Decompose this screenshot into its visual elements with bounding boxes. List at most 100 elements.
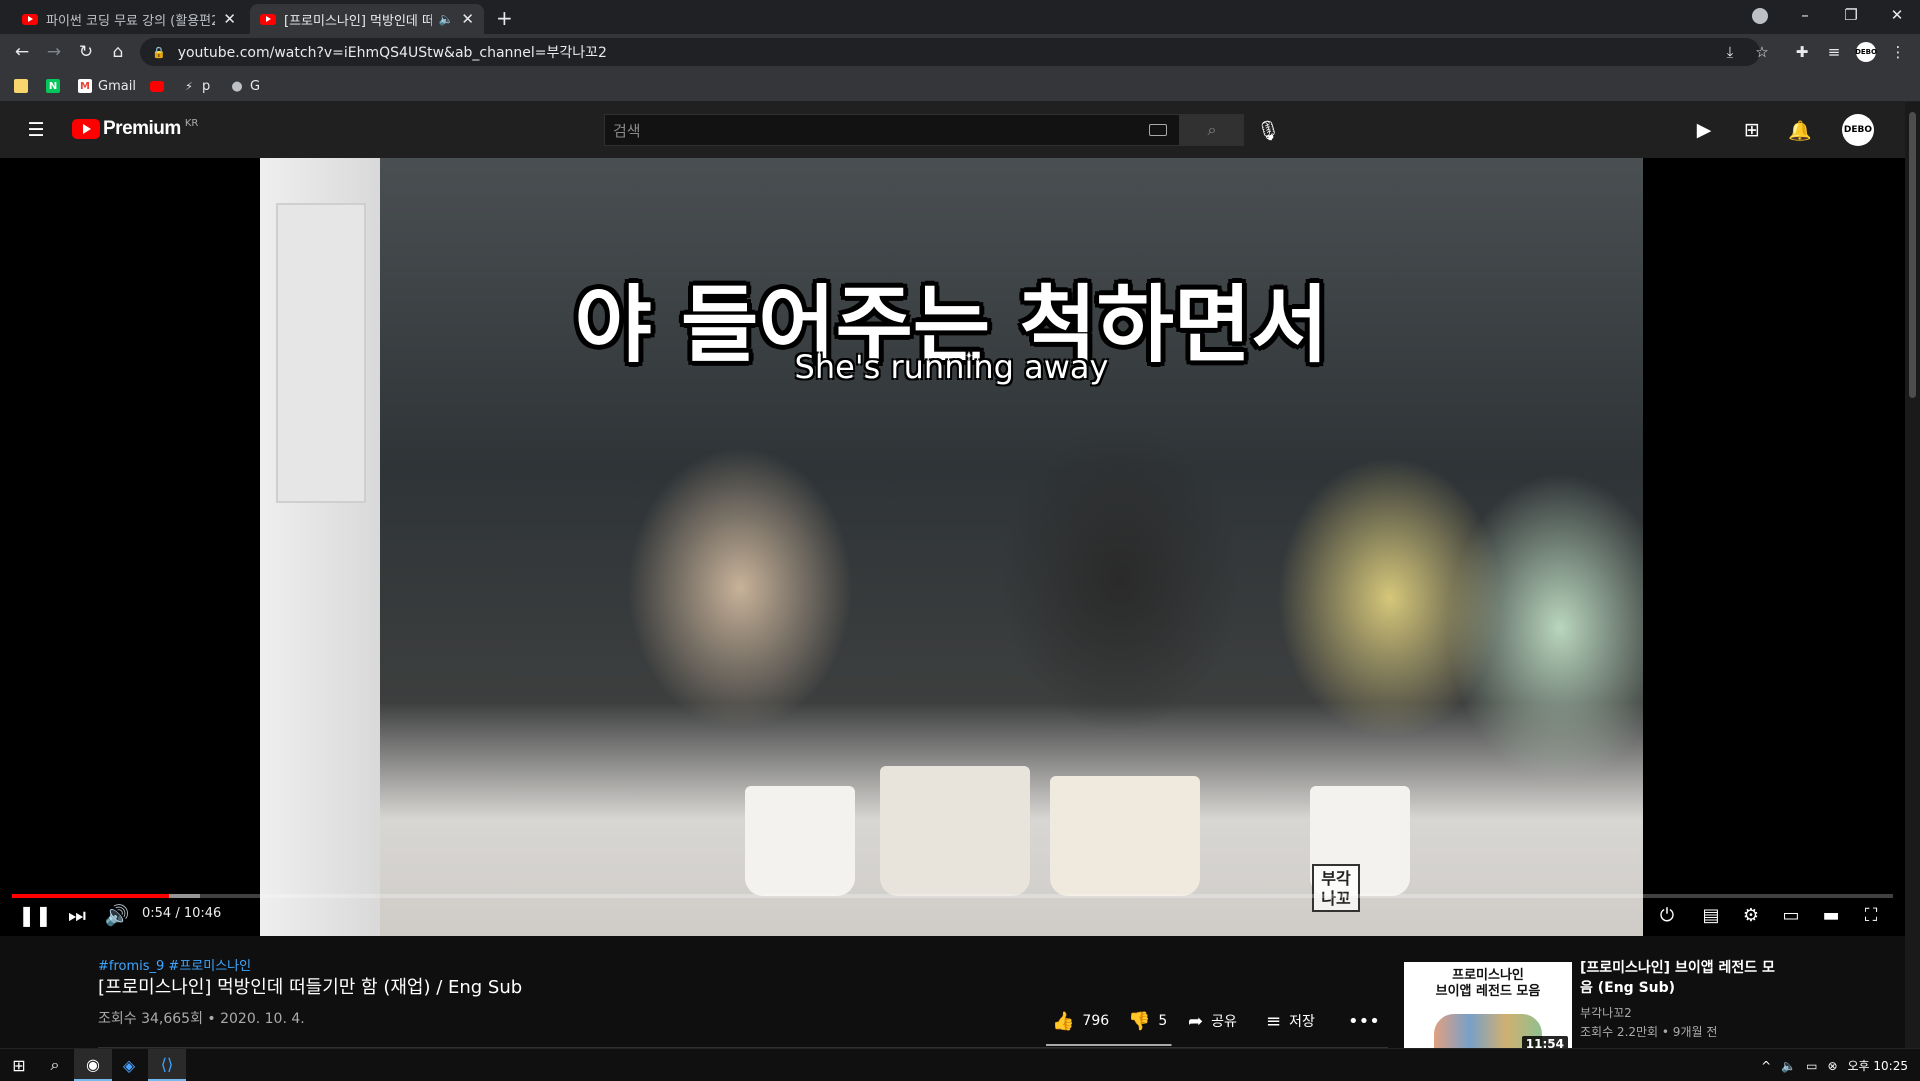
recommended-channel[interactable]: 부각나꼬2 xyxy=(1580,1004,1800,1021)
subtitles-icon[interactable]: ▤ xyxy=(1698,902,1724,928)
new-tab-button[interactable]: + xyxy=(496,6,513,30)
like-count: 796 xyxy=(1082,1013,1110,1029)
hamburger-menu-icon[interactable]: ☰ xyxy=(24,118,48,142)
miniplayer-icon[interactable]: ▭ xyxy=(1778,902,1804,928)
folder-icon xyxy=(14,79,28,93)
video-popcorn-bucket xyxy=(880,766,1030,896)
tray-chevron-icon[interactable]: ^ xyxy=(1761,1059,1771,1073)
video-player[interactable]: 야 들어주는 척하면서 She's running away 부각 나꼬 ❚❚ … xyxy=(0,158,1905,936)
watermark-text: 부각 나꼬 xyxy=(1321,869,1351,908)
install-app-icon[interactable]: ⤓ xyxy=(1720,42,1740,62)
bookmark-label: Gmail xyxy=(98,78,136,94)
restore-button[interactable]: ❐ xyxy=(1828,0,1874,30)
recommended-thumbnail[interactable]: 프로미스나인 브이앱 레전드 모음 11:54 xyxy=(1404,962,1572,1056)
save-label: 저장 xyxy=(1289,1014,1315,1030)
extensions-icon[interactable]: ✚ xyxy=(1792,42,1812,62)
bookmark-g[interactable]: ● G xyxy=(230,77,260,95)
search-button[interactable]: ⌕ xyxy=(1180,114,1244,146)
recommended-views: 조회수 2.2만회 • 9개월 전 xyxy=(1580,1025,1718,1039)
like-button[interactable]: 👍 796 xyxy=(1052,1010,1109,1032)
youtube-favicon-icon xyxy=(260,13,276,25)
progress-bar[interactable] xyxy=(12,894,1893,898)
video-frame[interactable]: 야 들어주는 척하면서 She's running away xyxy=(260,158,1643,936)
create-video-icon[interactable]: ▶ xyxy=(1692,118,1716,142)
video-hashtags[interactable]: #fromis_9 #프로미스나인 xyxy=(98,955,251,974)
address-bar[interactable]: 🔒 youtube.com/watch?v=iEhmQS4UStw&ab_cha… xyxy=(140,38,1760,66)
bookmark-naver[interactable]: N xyxy=(46,77,66,95)
menu-kebab-icon[interactable]: ⋮ xyxy=(1888,42,1908,62)
reload-icon[interactable]: ↻ xyxy=(74,40,98,64)
lock-icon[interactable]: 🔒 xyxy=(152,46,166,59)
dislike-button[interactable]: 👎 5 xyxy=(1128,1010,1167,1032)
system-tray: ^ 🔈 ▭ ⊗ 오후 10:25 xyxy=(1751,1057,1908,1074)
next-video-icon[interactable]: ⏭ xyxy=(64,902,90,928)
tab-python-lecture[interactable]: 파이썬 코딩 무료 강의 (활용편2) ✕ xyxy=(12,4,246,34)
page-scrollbar[interactable] xyxy=(1905,102,1920,1048)
app-taskbar-icon[interactable]: ◈ xyxy=(110,1049,148,1081)
microphone-icon[interactable]: 🎙 xyxy=(1256,118,1280,142)
english-caption: She's running away xyxy=(794,348,1109,386)
back-icon[interactable]: ← xyxy=(10,40,34,64)
youtube-premium-logo[interactable]: Premium KR xyxy=(72,118,198,140)
forward-icon[interactable]: → xyxy=(42,40,66,64)
bookmark-youtube[interactable] xyxy=(150,77,170,95)
close-tab-icon[interactable]: ✕ xyxy=(461,10,474,28)
keyboard-icon[interactable] xyxy=(1149,124,1167,136)
search-input[interactable]: 검색 xyxy=(604,114,1180,146)
recommended-title[interactable]: [프로미스나인] 브이앱 레전드 모음 (Eng Sub) xyxy=(1580,958,1780,998)
close-tab-icon[interactable]: ✕ xyxy=(223,10,236,28)
bookmarks-bar: N M Gmail ⚡ p ● G xyxy=(0,70,1920,102)
pause-icon[interactable]: ❚❚ xyxy=(18,902,52,928)
logo-wordmark: Premium xyxy=(103,118,181,139)
url-text: youtube.com/watch?v=iEhmQS4UStw&ab_chann… xyxy=(177,45,607,61)
theater-mode-icon[interactable]: ▬ xyxy=(1818,902,1844,928)
tab-search-icon[interactable] xyxy=(1752,8,1768,24)
bookmark-p[interactable]: ⚡ p xyxy=(182,77,210,95)
share-label: 공유 xyxy=(1211,1014,1237,1030)
settings-gear-icon[interactable]: ⚙ xyxy=(1738,902,1764,928)
bookmark-folder[interactable] xyxy=(14,77,34,95)
more-dots-icon: ••• xyxy=(1348,1010,1380,1032)
save-button[interactable]: ≡ 저장 xyxy=(1266,1010,1315,1032)
clock[interactable]: 오후 10:25 xyxy=(1848,1057,1908,1074)
thumbnail-text: 프로미스나인 브이앱 레전드 모음 xyxy=(1435,968,1541,999)
add-to-playlist-icon: ≡ xyxy=(1266,1010,1282,1032)
search-placeholder: 검색 xyxy=(613,121,641,140)
share-button[interactable]: ➦ 공유 xyxy=(1188,1010,1237,1032)
tray-network-icon[interactable]: ▭ xyxy=(1806,1059,1817,1073)
volume-icon[interactable]: 🔊 xyxy=(104,902,130,928)
thumbs-down-icon: 👎 xyxy=(1128,1010,1151,1032)
home-icon[interactable]: ⌂ xyxy=(106,40,130,64)
taskbar-search-icon[interactable]: ⌕ xyxy=(36,1049,74,1081)
more-actions-button[interactable]: ••• xyxy=(1348,1010,1380,1032)
naver-icon: N xyxy=(46,79,60,93)
fullscreen-icon[interactable]: ⛶ xyxy=(1858,902,1884,928)
bookmark-star-icon[interactable]: ☆ xyxy=(1752,42,1772,62)
video-title: [프로미스나인] 먹방인데 떠들기만 함 (재업) / Eng Sub xyxy=(98,977,523,998)
profile-avatar[interactable]: DEBO xyxy=(1855,42,1877,62)
vscode-taskbar-icon[interactable]: ⟨⟩ xyxy=(148,1049,186,1081)
tab-title: [프로미스나인] 먹방인데 떠들기만 xyxy=(284,13,433,29)
apps-grid-icon[interactable]: ⊞ xyxy=(1740,118,1764,142)
tab-fromis-video[interactable]: [프로미스나인] 먹방인데 떠들기만 🔈 ✕ xyxy=(250,4,484,34)
tray-status-icon[interactable]: ⊗ xyxy=(1827,1059,1837,1073)
close-window-button[interactable]: ✕ xyxy=(1874,0,1920,30)
github-icon: ● xyxy=(231,78,243,94)
browser-tab-strip: 파이썬 코딩 무료 강의 (활용편2) ✕ [프로미스나인] 먹방인데 떠들기만… xyxy=(0,0,1920,34)
start-windows-icon[interactable]: ⊞ xyxy=(0,1049,38,1081)
notifications-bell-icon[interactable]: 🔔 xyxy=(1788,118,1812,142)
windows-taskbar: ⊞ ⌕ ◉ ◈ ⟨⟩ ^ 🔈 ▭ ⊗ 오후 10:25 xyxy=(0,1048,1920,1081)
media-control-icon[interactable]: ≡ xyxy=(1824,42,1844,62)
bookmark-gmail[interactable]: M Gmail xyxy=(78,77,136,95)
chrome-taskbar-icon[interactable]: ◉ xyxy=(74,1049,112,1081)
played-bar xyxy=(12,894,170,898)
autoplay-toggle[interactable]: ⏻ xyxy=(1652,902,1682,928)
audio-playing-icon[interactable]: 🔈 xyxy=(438,12,453,26)
channel-watermark[interactable]: 부각 나꼬 xyxy=(1312,864,1360,912)
scrollbar-thumb[interactable] xyxy=(1909,112,1916,398)
minimize-button[interactable]: – xyxy=(1782,0,1828,30)
youtube-favicon-icon xyxy=(22,13,38,25)
avatar[interactable]: DEBO xyxy=(1842,114,1874,146)
thumbs-up-icon: 👍 xyxy=(1052,1010,1075,1032)
tray-volume-icon[interactable]: 🔈 xyxy=(1781,1059,1796,1073)
